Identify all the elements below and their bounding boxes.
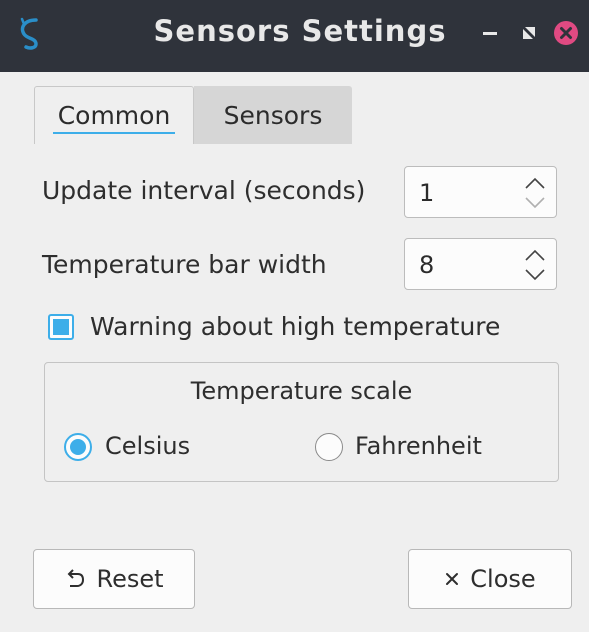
fahrenheit-label[interactable]: Fahrenheit: [355, 432, 482, 460]
bar-width-label: Temperature bar width: [42, 250, 327, 279]
spin-arrows-icon[interactable]: [524, 246, 546, 284]
settings-panel: Common Sensors Update interval (seconds)…: [0, 72, 589, 632]
tab-common-label: Common: [57, 101, 171, 130]
bar-width-value: 8: [419, 251, 435, 279]
tab-common[interactable]: Common: [34, 86, 194, 144]
maximize-icon: [523, 27, 535, 39]
celsius-radio[interactable]: [64, 433, 92, 461]
spin-arrows-icon[interactable]: [524, 174, 546, 212]
window-title: Sensors Settings: [153, 14, 447, 48]
warning-label: Warning about high temperature: [90, 312, 501, 341]
active-tab-indicator: [53, 132, 175, 134]
update-interval-value: 1: [419, 179, 435, 207]
window-titlebar[interactable]: Sensors Settings: [0, 0, 589, 72]
radio-selected-dot: [70, 439, 86, 455]
celsius-label[interactable]: Celsius: [105, 432, 190, 460]
close-label: Close: [470, 565, 536, 593]
temperature-scale-title: Temperature scale: [190, 377, 413, 405]
update-interval-spinbox[interactable]: 1: [404, 166, 557, 218]
fahrenheit-radio[interactable]: [315, 433, 343, 461]
high-temperature-warning-checkbox[interactable]: [48, 314, 74, 340]
update-interval-label: Update interval (seconds): [42, 176, 366, 205]
close-window-button[interactable]: [551, 18, 581, 48]
sensors-app-icon: [20, 17, 38, 50]
temperature-scale-group: Temperature scale Celsius Fahrenheit: [44, 362, 559, 482]
x-icon: [446, 573, 459, 585]
close-icon: [554, 21, 578, 45]
undo-icon: [68, 569, 85, 587]
reset-label: Reset: [96, 565, 164, 593]
checkbox-checked-mark: [53, 319, 69, 335]
bar-width-spinbox[interactable]: 8: [404, 238, 557, 290]
close-button[interactable]: Close: [408, 549, 572, 609]
minimize-button[interactable]: [475, 18, 505, 48]
reset-button[interactable]: Reset: [33, 549, 195, 609]
tab-sensors-label: Sensors: [223, 100, 323, 130]
tab-sensors[interactable]: Sensors: [194, 86, 352, 144]
minimize-icon: [483, 32, 497, 35]
maximize-button[interactable]: [514, 18, 544, 48]
